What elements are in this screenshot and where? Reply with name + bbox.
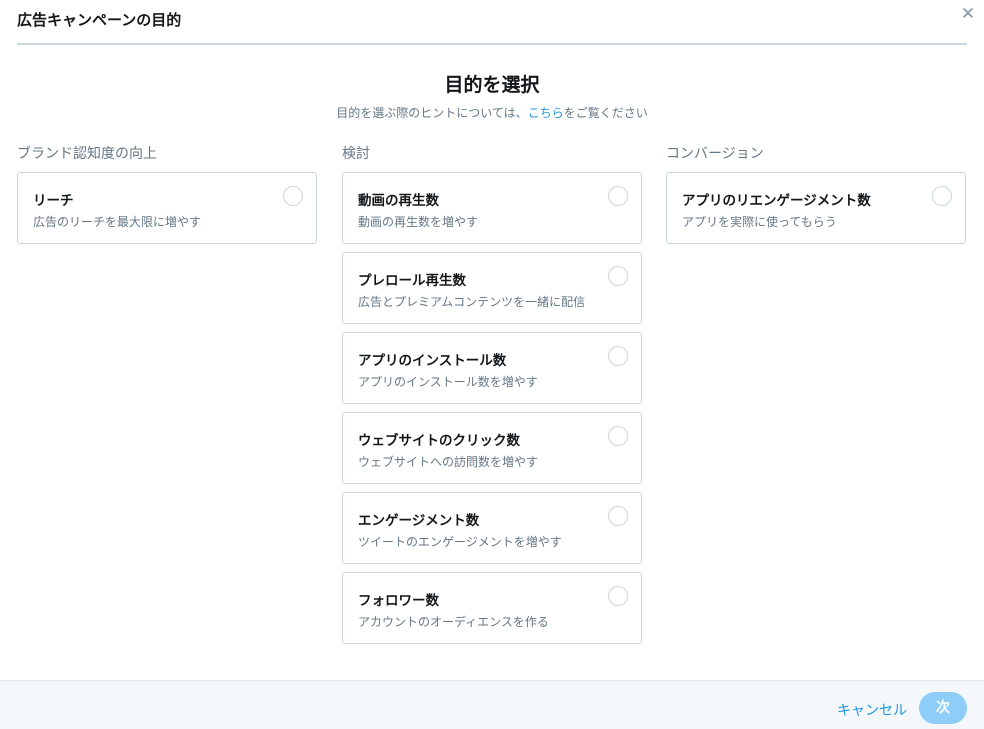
objective-modal: 広告キャンペーンの目的 ✕ 目的を選択 目的を選ぶ際のヒントについては、こちらを… — [0, 0, 984, 729]
objective-card-preroll-views[interactable]: プレロール再生数 広告とプレミアムコンテンツを一緒に配信 — [342, 252, 642, 324]
cancel-button[interactable]: キャンセル — [837, 700, 907, 720]
card-title: リーチ — [33, 193, 74, 209]
objective-card-website-clicks[interactable]: ウェブサイトのクリック数 ウェブサイトへの訪問数を増やす — [342, 412, 642, 484]
card-title: アプリのインストール数 — [358, 353, 507, 369]
radio-button[interactable] — [608, 426, 628, 446]
column-awareness: ブランド認知度の向上 リーチ 広告のリーチを最大限に増やす — [17, 144, 317, 252]
close-icon[interactable]: ✕ — [960, 6, 976, 23]
column-title: 検討 — [342, 146, 370, 162]
card-title: 動画の再生数 — [358, 193, 439, 209]
objective-card-followers[interactable]: フォロワー数 アカウントのオーディエンスを作る — [342, 572, 642, 644]
objective-card-video-views[interactable]: 動画の再生数 動画の再生数を増やす — [342, 172, 642, 244]
card-description: 広告のリーチを最大限に増やす — [33, 215, 202, 229]
card-title: アプリのリエンゲージメント数 — [682, 193, 871, 209]
card-title: ウェブサイトのクリック数 — [358, 433, 520, 449]
modal-footer: キャンセル 次 — [0, 680, 984, 729]
page-title: 目的を選択 — [444, 74, 540, 96]
objective-card-app-reengagements[interactable]: アプリのリエンゲージメント数 アプリを実際に使ってもらう — [666, 172, 966, 244]
column-conversion: コンバージョン アプリのリエンゲージメント数 アプリを実際に使ってもらう — [666, 144, 966, 252]
card-description: ウェブサイトへの訪問数を増やす — [358, 455, 539, 469]
modal-header: 広告キャンペーンの目的 ✕ — [17, 0, 975, 45]
radio-button[interactable] — [608, 266, 628, 286]
radio-button[interactable] — [283, 186, 303, 206]
column-consideration: 検討 動画の再生数 動画の再生数を増やす プレロール再生数 広告とプレミアムコン… — [342, 144, 642, 652]
card-title: エンゲージメント数 — [358, 513, 480, 529]
radio-button[interactable] — [608, 506, 628, 526]
radio-button[interactable] — [608, 186, 628, 206]
modal-title: 広告キャンペーンの目的 — [17, 11, 182, 29]
card-description: 動画の再生数を増やす — [358, 215, 479, 229]
card-description: アプリのインストール数を増やす — [358, 375, 538, 389]
objective-card-app-installs[interactable]: アプリのインストール数 アプリのインストール数を増やす — [342, 332, 642, 404]
hint-text: 目的を選ぶ際のヒントについては、こちらをご覧ください — [0, 104, 984, 121]
objective-card-reach[interactable]: リーチ 広告のリーチを最大限に増やす — [17, 172, 317, 244]
hint-link[interactable]: こちら — [528, 106, 564, 120]
card-title: フォロワー数 — [358, 593, 439, 609]
card-description: 広告とプレミアムコンテンツを一緒に配信 — [358, 295, 586, 309]
card-description: ツイートのエンゲージメントを増やす — [358, 535, 562, 549]
card-title: プレロール再生数 — [358, 273, 466, 289]
card-description: アプリを実際に使ってもらう — [682, 215, 837, 229]
card-description: アカウントのオーディエンスを作る — [358, 615, 549, 629]
radio-button[interactable] — [608, 586, 628, 606]
column-title: コンバージョン — [666, 146, 764, 162]
hint-before: 目的を選ぶ際のヒントについては、 — [336, 106, 528, 120]
next-button[interactable]: 次 — [919, 692, 967, 724]
column-title: ブランド認知度の向上 — [17, 146, 157, 162]
radio-button[interactable] — [608, 346, 628, 366]
radio-button[interactable] — [932, 186, 952, 206]
hint-after: をご覧ください — [563, 106, 648, 120]
objective-card-engagements[interactable]: エンゲージメント数 ツイートのエンゲージメントを増やす — [342, 492, 642, 564]
